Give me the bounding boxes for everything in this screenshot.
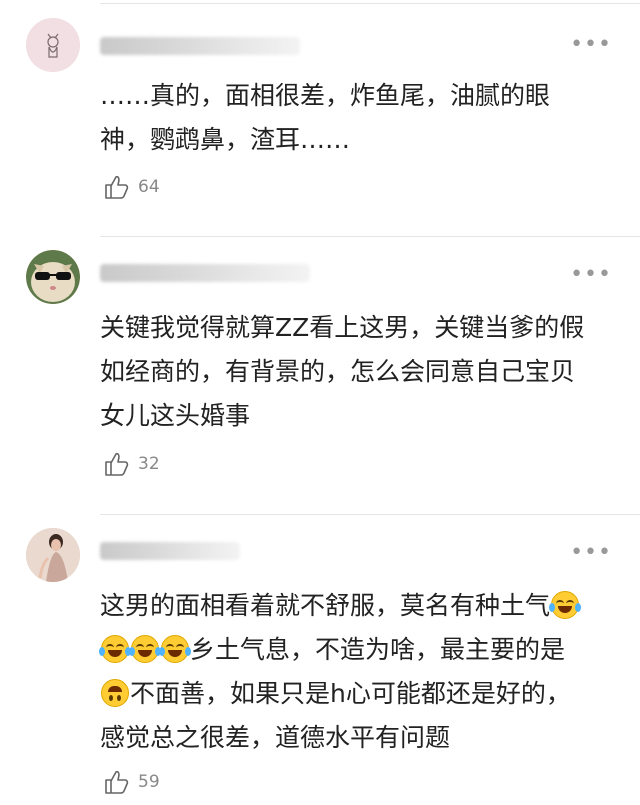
comment-text-line: 关键我觉得就算ZZ看上这男，关键当爹的假 xyxy=(100,313,585,342)
tears-of-joy-emoji-icon xyxy=(159,635,191,663)
thumbs-up-icon xyxy=(105,175,129,199)
username-blurred[interactable] xyxy=(100,264,310,282)
comment-item: ••• 关键我觉得就算ZZ看上这男，关键当爹的假 如经商的，有背景的，怎么会同意… xyxy=(0,236,640,514)
like-count: 32 xyxy=(138,454,160,474)
avatar[interactable] xyxy=(26,528,80,582)
comment-text-line: 乡土气息，不造为啥，最主要的是 xyxy=(99,628,620,672)
comment-text-line: 这男的面相看着就不舒服，莫名有种土气 xyxy=(100,584,620,628)
avatar[interactable] xyxy=(26,250,80,304)
comment-item: ••• ……真的，面相很差，炸鱼尾，油腻的眼 神，鹦鹉鼻，渣耳…… 64 xyxy=(0,0,640,236)
comment-text: ……真的，面相很差，炸鱼尾，油腻的眼 神，鹦鹉鼻，渣耳…… xyxy=(100,74,620,162)
comment-text: 这男的面相看着就不舒服，莫名有种土气 乡土气息，不造为啥，最主要的是 不面善，如… xyxy=(99,584,620,760)
comment-text-segment: 不面善，如果只是h心可能都还是好的， xyxy=(130,679,571,708)
username-blurred[interactable] xyxy=(100,542,240,560)
more-options-icon[interactable]: ••• xyxy=(570,34,612,56)
comment-text-line: 女儿这头婚事 xyxy=(100,401,251,430)
comment-text-segment: 这男的面相看着就不舒服，莫名有种土气 xyxy=(100,591,551,620)
comment-text-line: 感觉总之很差，道德水平有问题 xyxy=(100,723,451,752)
thumbs-up-icon xyxy=(105,452,129,476)
tears-of-joy-emoji-icon xyxy=(99,635,131,663)
comment-item: ••• 这男的面相看着就不舒服，莫名有种土气 乡土气息，不造为啥，最主要的是 不… xyxy=(0,514,640,805)
comment-text-line: ……真的，面相很差，炸鱼尾，油腻的眼 xyxy=(100,81,551,110)
like-button[interactable]: 32 xyxy=(104,450,160,478)
more-options-icon[interactable]: ••• xyxy=(570,264,612,286)
like-count: 64 xyxy=(138,177,160,197)
like-button[interactable]: 59 xyxy=(104,768,160,796)
more-options-icon[interactable]: ••• xyxy=(570,542,612,564)
comment-text-line: 不面善，如果只是h心可能都还是好的， xyxy=(100,672,620,716)
comment-text: 关键我觉得就算ZZ看上这男，关键当爹的假 如经商的，有背景的，怎么会同意自己宝贝… xyxy=(100,306,620,438)
username-blurred[interactable] xyxy=(100,37,300,55)
thumbs-up-icon xyxy=(105,770,129,794)
comment-text-segment: 乡土气息，不造为啥，最主要的是 xyxy=(190,635,566,664)
like-button[interactable]: 64 xyxy=(104,173,160,201)
upside-down-face-emoji-icon xyxy=(101,679,129,707)
cat-sketch-icon xyxy=(26,18,80,72)
woman-photo-icon xyxy=(26,528,80,582)
comment-text-line: 如经商的，有背景的，怎么会同意自己宝贝 xyxy=(100,357,576,386)
like-count: 59 xyxy=(138,772,160,792)
tears-of-joy-emoji-icon xyxy=(129,635,161,663)
tears-of-joy-emoji-icon xyxy=(549,591,582,619)
comment-text-line: 神，鹦鹉鼻，渣耳…… xyxy=(100,125,351,154)
avatar[interactable] xyxy=(26,18,80,72)
cat-sunglasses-icon xyxy=(26,250,80,304)
